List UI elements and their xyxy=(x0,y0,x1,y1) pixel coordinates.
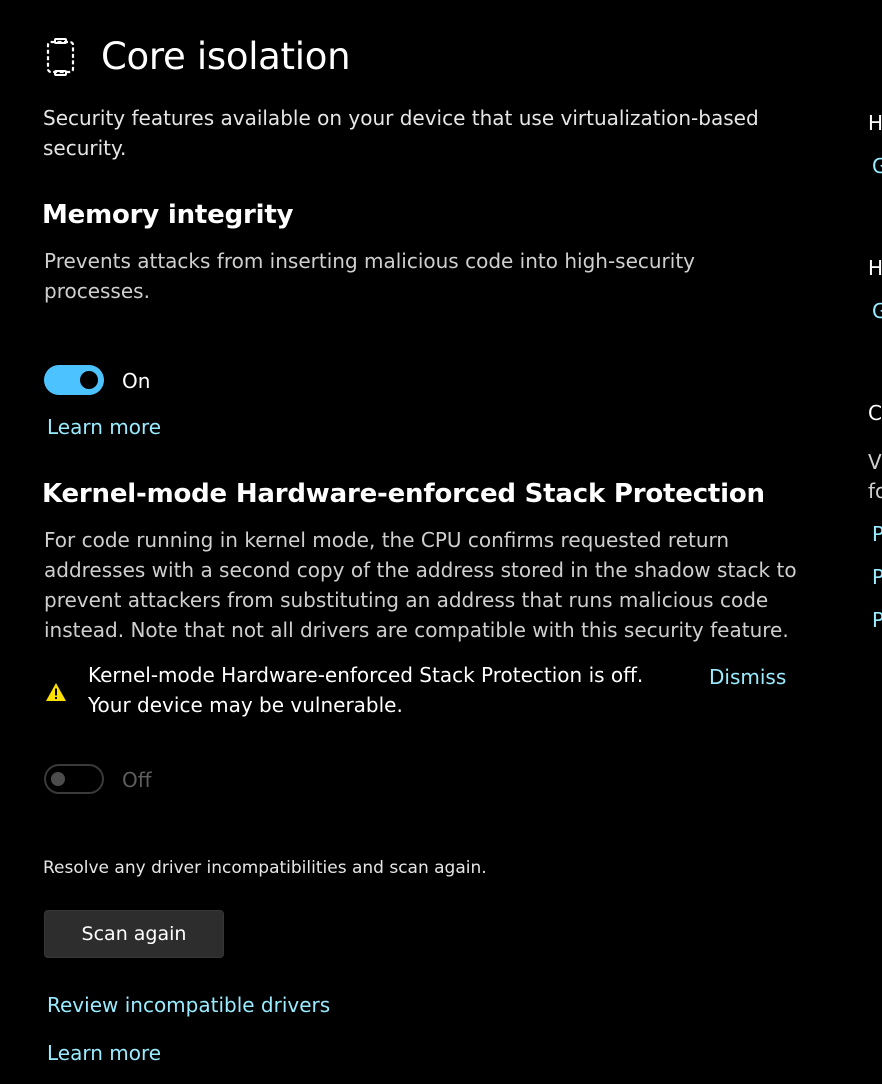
stack-protection-toggle-label: Off xyxy=(122,768,152,792)
dismiss-link[interactable]: Dismiss xyxy=(709,662,786,692)
toggle-knob xyxy=(80,371,98,389)
warning-icon xyxy=(46,683,66,701)
memory-integrity-title: Memory integrity xyxy=(42,200,294,230)
right-column-heading: H xyxy=(868,111,882,135)
right-column-link[interactable]: P xyxy=(872,519,882,549)
right-column-text: V xyxy=(868,450,882,474)
right-column-heading: H xyxy=(868,256,882,280)
resolve-instructions: Resolve any driver incompatibilities and… xyxy=(43,858,487,878)
memory-integrity-learn-more-link[interactable]: Learn more xyxy=(47,412,161,442)
review-incompatible-drivers-link[interactable]: Review incompatible drivers xyxy=(47,990,330,1020)
stack-protection-description: For code running in kernel mode, the CPU… xyxy=(44,528,797,642)
memory-integrity-toggle-label: On xyxy=(122,369,151,393)
memory-integrity-description: Prevents attacks from inserting maliciou… xyxy=(44,249,696,303)
stack-protection-title: Kernel-mode Hardware-enforced Stack Prot… xyxy=(42,479,765,509)
memory-integrity-toggle[interactable] xyxy=(44,365,104,395)
scan-again-button[interactable]: Scan again xyxy=(44,910,224,958)
core-isolation-chip-icon xyxy=(46,38,75,76)
page-title: Core isolation xyxy=(101,35,351,78)
core-isolation-page: Core isolation Security features availab… xyxy=(0,0,882,1084)
right-column-text: fo xyxy=(868,479,882,503)
right-column-link[interactable]: P xyxy=(872,605,882,635)
stack-protection-toggle[interactable] xyxy=(44,764,104,794)
toggle-knob xyxy=(51,772,65,786)
stack-protection-warning: Kernel-mode Hardware-enforced Stack Prot… xyxy=(88,663,644,717)
right-column-link[interactable]: P xyxy=(872,562,882,592)
right-column-link[interactable]: G xyxy=(872,296,882,326)
stack-protection-learn-more-link[interactable]: Learn more xyxy=(47,1038,161,1068)
right-column-heading: C xyxy=(868,401,882,425)
page-subtitle: Security features available on your devi… xyxy=(43,106,759,160)
right-column-link[interactable]: G xyxy=(872,151,882,181)
